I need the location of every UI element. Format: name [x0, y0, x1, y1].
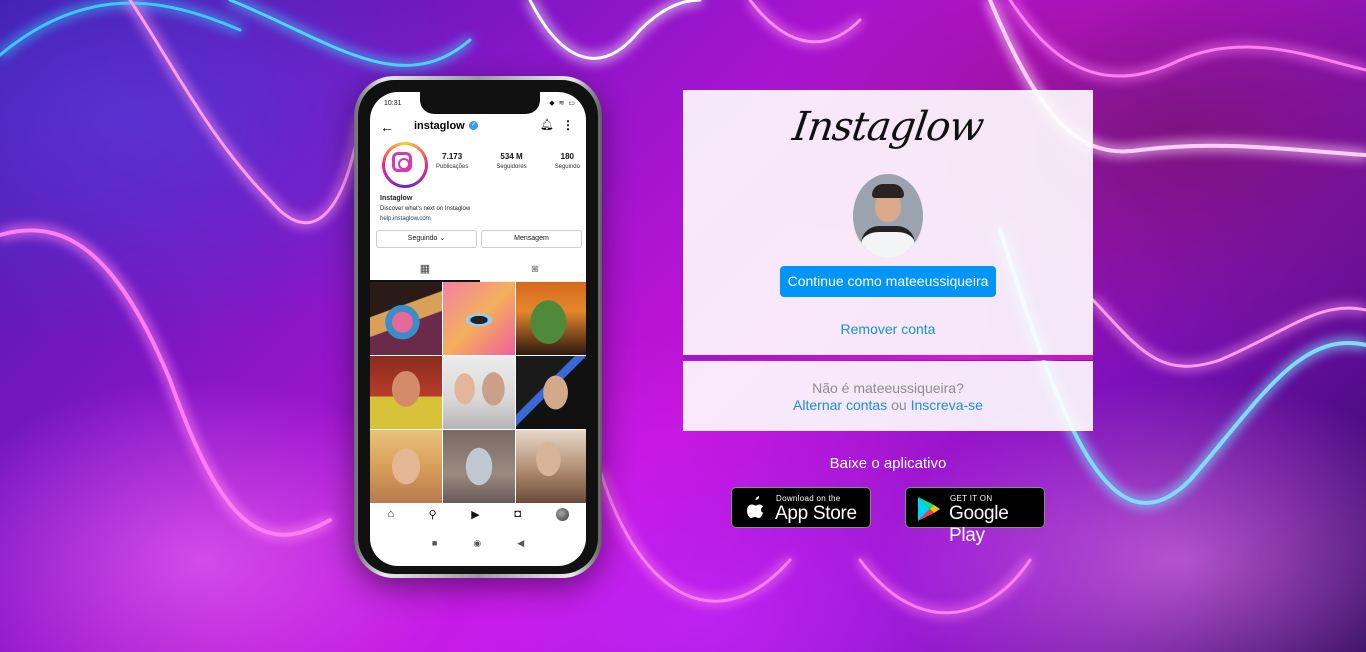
more-options-icon: ⋮: [562, 118, 574, 132]
profile-header: ← instaglow ✓ 🔔︎ ⋮: [370, 116, 586, 138]
or-text: ou: [891, 397, 907, 413]
tagged-tab-icon: ◙: [531, 263, 539, 275]
status-time: 10:31: [384, 100, 402, 107]
recents-icon: ■: [431, 538, 438, 548]
grid-photo: [370, 356, 442, 429]
bio-text: Discover what's next on Instaglow: [380, 206, 471, 212]
shop-icon: ◘: [514, 508, 522, 520]
switch-account-card: Não é mateeussiqueira? Alternar contas o…: [683, 361, 1093, 431]
sign-up-link[interactable]: Inscreva-se: [911, 397, 983, 413]
grid-photo: [370, 430, 442, 503]
stat-following: 180 Seguindo: [554, 152, 580, 170]
not-you-text: Não é mateeussiqueira?: [812, 380, 964, 396]
verified-badge-icon: ✓: [469, 121, 478, 130]
bell-icon: 🔔︎: [540, 119, 554, 131]
grid-photo: [516, 282, 586, 355]
profile-buttons: Seguindo ⌄ Mensagem: [376, 230, 582, 248]
app-store-badge[interactable]: Download on the App Store: [731, 487, 871, 528]
status-icons: ◆ ≋ ▭: [549, 100, 576, 107]
apple-badge-big: App Store: [775, 503, 857, 524]
grid-photo: [370, 282, 442, 355]
profile-username: instaglow: [414, 120, 465, 132]
phone-bottom-nav: ⌂ ⚲ ▶ ◘: [370, 502, 586, 526]
phone-screen: 10:31 ◆ ≋ ▭ ← instaglow ✓ 🔔︎ ⋮ 7.173 Pub…: [370, 92, 586, 566]
instagram-logo-icon: [392, 152, 412, 172]
account-avatar: [853, 174, 923, 258]
profile-stats: 7.173 Publicações 534 M Seguidores 180 S…: [436, 152, 580, 170]
google-badge-big: Google Play: [949, 503, 1009, 546]
grid-photo: [443, 430, 515, 503]
grid-photo: [516, 430, 586, 503]
apple-logo-icon: [742, 495, 768, 521]
remove-account-link[interactable]: Remover conta: [683, 321, 1093, 337]
grid-photo: [443, 356, 515, 429]
android-nav-bar: ■ ◉ ◀: [370, 530, 586, 556]
grid-photo: [516, 356, 586, 429]
google-play-icon: [916, 495, 942, 521]
brand-logo: Instaglow: [789, 104, 987, 150]
message-button: Mensagem: [481, 230, 582, 248]
bio-link: help.instaglow.com: [380, 216, 431, 222]
google-play-badge[interactable]: GET IT ON Google Play: [905, 487, 1045, 546]
back-arrow-icon: ←: [380, 119, 394, 135]
login-card: Instaglow Continue como mateeussiqueira …: [683, 90, 1093, 356]
home-icon: ⌂: [387, 508, 394, 520]
photo-grid: [370, 282, 586, 503]
profile-bio: Instaglow Discover what's next on Instag…: [380, 194, 470, 224]
phone-mockup: 10:31 ◆ ≋ ▭ ← instaglow ✓ 🔔︎ ⋮ 7.173 Pub…: [354, 76, 602, 578]
stat-posts: 7.173 Publicações: [436, 152, 469, 170]
grid-tab-icon: ▦: [370, 258, 480, 282]
card-divider: [683, 355, 1093, 360]
home-button-icon: ◉: [473, 537, 482, 548]
continue-as-button[interactable]: Continue como mateeussiqueira: [780, 266, 996, 297]
get-app-text: Baixe o aplicativo: [829, 455, 947, 472]
google-badge-small: GET IT ON: [950, 494, 993, 503]
profile-avatar: [382, 142, 428, 188]
reels-icon: ▶: [471, 508, 480, 521]
following-button: Seguindo ⌄: [376, 230, 477, 248]
phone-notch: [420, 92, 540, 114]
back-icon: ◀: [517, 537, 525, 548]
profile-avatar-icon: [555, 507, 569, 521]
phone-bezel: 10:31 ◆ ≋ ▭ ← instaglow ✓ 🔔︎ ⋮ 7.173 Pub…: [358, 80, 598, 574]
profile-tabs: ▦ ◙: [370, 258, 586, 282]
switch-accounts-link[interactable]: Alternar contas: [793, 397, 887, 413]
apple-badge-small: Download on the: [776, 494, 841, 503]
grid-photo: [443, 282, 515, 355]
switch-or-signup: Alternar contas ou Inscreva-se: [683, 397, 1093, 414]
stat-followers: 534 M Seguidores: [496, 152, 527, 170]
bio-name: Instaglow: [380, 195, 413, 202]
search-icon: ⚲: [428, 508, 437, 521]
